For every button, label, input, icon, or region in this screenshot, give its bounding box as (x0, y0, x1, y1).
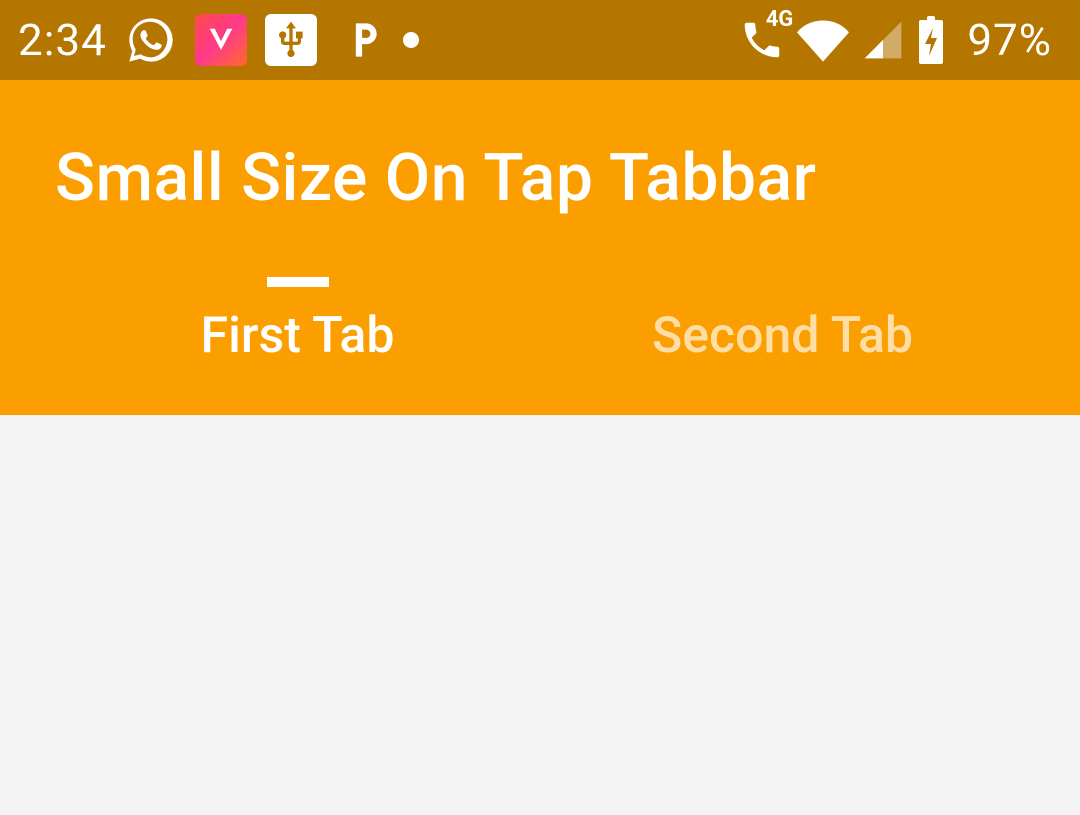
clock-text: 2:34 (18, 14, 107, 66)
app-bar: Small Size On Tap Tabbar First Tab Secon… (0, 80, 1080, 415)
battery-charging-icon (917, 16, 945, 64)
content-area (0, 415, 1080, 815)
whatsapp-icon (125, 14, 177, 66)
usb-icon (265, 14, 317, 66)
volte-call-icon: 4G (739, 17, 785, 63)
tab-label: Second Tab (652, 307, 913, 365)
tab-label: First Tab (201, 307, 395, 365)
battery-percent-text: 97% (967, 14, 1052, 66)
network-4g-label: 4G (766, 7, 794, 32)
status-bar-left: 2:34 (18, 14, 419, 66)
tab-first[interactable]: First Tab (55, 277, 540, 415)
vidmate-icon (195, 14, 247, 66)
tab-indicator (267, 277, 329, 287)
wifi-icon (797, 14, 849, 66)
status-bar-right: 4G 97% (739, 14, 1052, 66)
notification-dot-icon (403, 32, 419, 48)
tab-bar: First Tab Second Tab (55, 277, 1025, 415)
status-bar: 2:34 4G (0, 0, 1080, 80)
page-title: Small Size On Tap Tabbar (55, 140, 1025, 217)
app-p-icon (335, 15, 385, 65)
tab-second[interactable]: Second Tab (540, 277, 1025, 415)
signal-icon (861, 18, 905, 62)
